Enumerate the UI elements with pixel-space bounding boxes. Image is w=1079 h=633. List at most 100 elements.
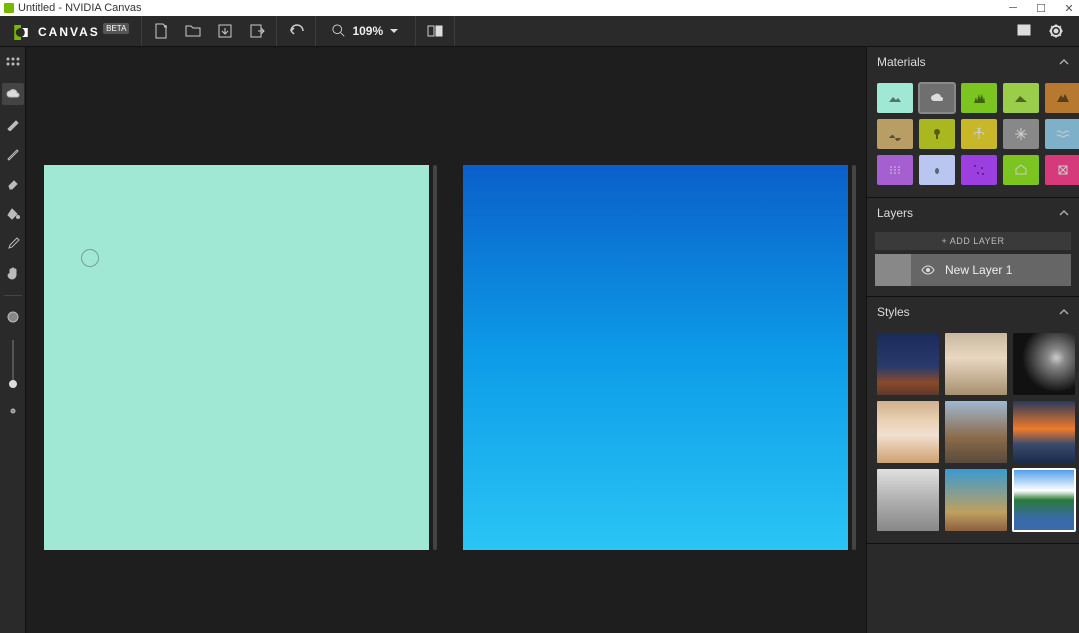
house-icon [1014, 163, 1028, 177]
styles-panel: Styles [867, 297, 1079, 544]
close-button[interactable]: ✕ [1063, 2, 1075, 14]
open-file-button[interactable] [184, 22, 202, 40]
dune-icon [888, 127, 902, 141]
input-canvas[interactable] [44, 165, 429, 550]
material-structure[interactable] [1045, 155, 1079, 185]
material-snow[interactable] [1003, 119, 1039, 149]
tree-icon [930, 127, 944, 141]
right-panel: Materials Layers + ADD LAYER New Layer 1… [866, 47, 1079, 633]
material-rain[interactable] [919, 155, 955, 185]
zoom-control[interactable]: 109% [326, 22, 405, 40]
minimize-button[interactable]: ─ [1007, 2, 1019, 14]
toolbar-separator [4, 295, 22, 296]
layer-name-label: New Layer 1 [945, 263, 1012, 277]
eyedropper-tool-icon[interactable] [2, 233, 24, 255]
pencil-tool-icon[interactable] [2, 143, 24, 165]
fog-icon [888, 163, 902, 177]
style-thumbnail-2[interactable] [1013, 333, 1075, 395]
material-hill[interactable] [1003, 83, 1039, 113]
chevron-up-icon [1059, 307, 1069, 317]
move-tool-icon[interactable] [2, 53, 24, 75]
header-toolbar: CANVAS BETA 109% ! [0, 16, 1079, 47]
style-thumbnail-7[interactable] [945, 469, 1007, 531]
zoom-level: 109% [352, 24, 383, 38]
styles-panel-header[interactable]: Styles [867, 297, 1079, 327]
material-dune[interactable] [877, 119, 913, 149]
layers-panel: Layers + ADD LAYER New Layer 1 [867, 198, 1079, 297]
hill-icon [1014, 91, 1028, 105]
nvidia-logo-icon [12, 22, 30, 40]
canvas-workspace [26, 47, 866, 633]
eraser-tool-icon[interactable] [2, 173, 24, 195]
grass-icon [972, 91, 986, 105]
brush-softness-icon[interactable] [2, 306, 24, 328]
style-thumbnail-1[interactable] [945, 333, 1007, 395]
add-layer-button[interactable]: + ADD LAYER [875, 232, 1071, 250]
material-palm[interactable] [961, 119, 997, 149]
window-titlebar: Untitled - NVIDIA Canvas ─ ☐ ✕ [0, 0, 1079, 16]
layers-panel-title: Layers [877, 206, 913, 220]
rain-icon [930, 163, 944, 177]
input-canvas-scrollbar[interactable] [433, 165, 437, 550]
chevron-down-icon [389, 26, 399, 36]
zoom-icon [332, 24, 346, 38]
material-grass[interactable] [961, 83, 997, 113]
layer-item[interactable]: New Layer 1 [875, 254, 1071, 286]
styles-panel-title: Styles [877, 305, 910, 319]
material-house[interactable] [1003, 155, 1039, 185]
cloud-icon [930, 91, 944, 105]
materials-panel-header[interactable]: Materials [867, 47, 1079, 77]
style-thumbnail-3[interactable] [877, 401, 939, 463]
brush-size-icon [2, 400, 24, 422]
app-icon [4, 3, 14, 13]
app-name-label: CANVAS BETA [38, 24, 129, 39]
material-fog[interactable] [877, 155, 913, 185]
new-file-button[interactable] [152, 22, 170, 40]
pan-tool-icon[interactable] [2, 263, 24, 285]
save-button[interactable] [216, 22, 234, 40]
export-button[interactable] [248, 22, 266, 40]
undo-button[interactable] [287, 22, 305, 40]
material-cloud[interactable] [919, 83, 955, 113]
landscape-icon [888, 91, 902, 105]
material-waves[interactable] [1045, 119, 1079, 149]
compare-button[interactable] [426, 22, 444, 40]
mountain-icon [1056, 91, 1070, 105]
logo-section: CANVAS BETA [0, 16, 142, 46]
window-controls: ─ ☐ ✕ [1007, 2, 1075, 14]
feedback-button[interactable]: ! [1015, 22, 1033, 40]
window-title: Untitled - NVIDIA Canvas [18, 2, 142, 14]
settings-button[interactable] [1047, 22, 1065, 40]
layer-thumbnail [875, 254, 911, 286]
structure-icon [1056, 163, 1070, 177]
style-thumbnail-4[interactable] [945, 401, 1007, 463]
output-canvas-scrollbar[interactable] [852, 165, 856, 550]
material-tree[interactable] [919, 119, 955, 149]
layer-visibility-icon[interactable] [921, 263, 935, 277]
cloud-tool-icon[interactable] [2, 83, 24, 105]
output-canvas [463, 165, 848, 550]
chevron-up-icon [1059, 57, 1069, 67]
svg-text:!: ! [1023, 25, 1026, 36]
brush-softness-slider[interactable] [12, 340, 14, 388]
palm-icon [972, 127, 986, 141]
material-landscape[interactable] [877, 83, 913, 113]
style-thumbnail-8[interactable] [1013, 469, 1075, 531]
materials-panel-title: Materials [877, 55, 926, 69]
stars-icon [972, 163, 986, 177]
brush-tool-icon[interactable] [2, 113, 24, 135]
fill-tool-icon[interactable] [2, 203, 24, 225]
style-thumbnail-0[interactable] [877, 333, 939, 395]
left-toolbar [0, 47, 26, 633]
layers-panel-header[interactable]: Layers [867, 198, 1079, 228]
snow-icon [1014, 127, 1028, 141]
material-mountain[interactable] [1045, 83, 1079, 113]
brush-cursor-icon [81, 249, 99, 267]
material-stars[interactable] [961, 155, 997, 185]
chevron-up-icon [1059, 208, 1069, 218]
maximize-button[interactable]: ☐ [1035, 2, 1047, 14]
materials-panel: Materials [867, 47, 1079, 198]
waves-icon [1056, 127, 1070, 141]
style-thumbnail-6[interactable] [877, 469, 939, 531]
style-thumbnail-5[interactable] [1013, 401, 1075, 463]
